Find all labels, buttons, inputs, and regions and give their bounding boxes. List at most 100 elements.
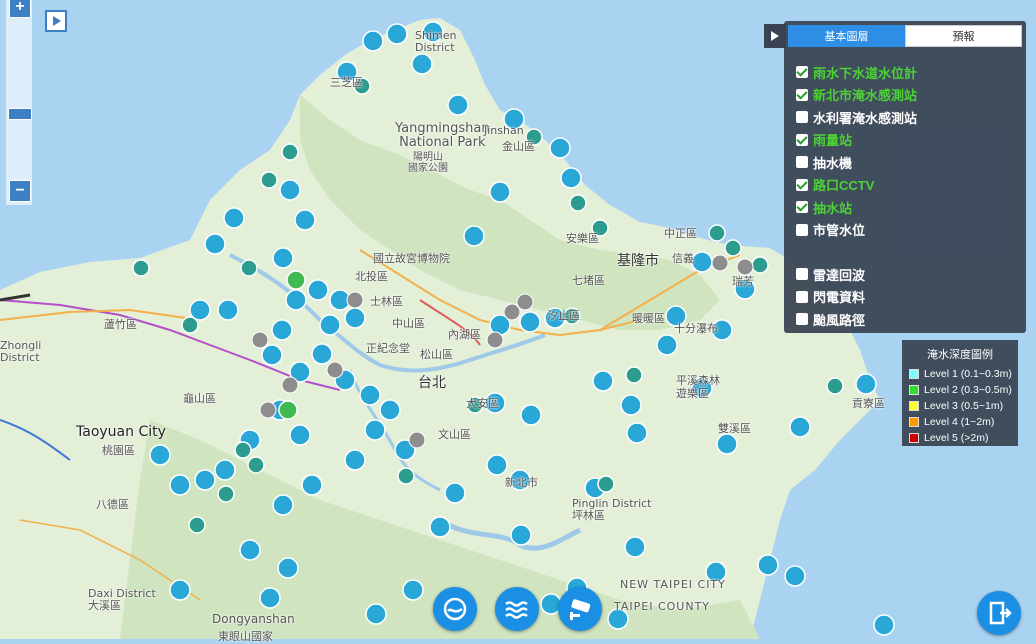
- checkbox[interactable]: [796, 290, 808, 303]
- map-label-luzhu: 蘆竹區: [104, 318, 137, 331]
- checkbox[interactable]: [796, 88, 808, 101]
- map-label-xinyi: 信義: [672, 252, 694, 265]
- zoom-slider-handle[interactable]: [8, 108, 32, 120]
- zoom-out-button[interactable]: −: [9, 180, 31, 202]
- map-label-songshan: 松山區: [420, 348, 453, 361]
- legend-label: Level 5 (>2m): [924, 432, 989, 444]
- map-label-neihu: 內湖區: [448, 328, 481, 341]
- cctv-icon: [570, 599, 591, 620]
- layer-item-rain-station[interactable]: 雨量站: [796, 129, 917, 152]
- exit-button[interactable]: [977, 591, 1021, 635]
- map-label-taoyuan: Taoyuan City: [76, 424, 166, 440]
- checkbox[interactable]: [796, 133, 808, 146]
- layer-item-lightning[interactable]: 閃電資料: [796, 286, 917, 309]
- map-label-jinshan: Jinshan: [484, 124, 524, 137]
- map-label-beitou: 北投區: [355, 270, 388, 283]
- map-label-dongyan-zh: 東眼山國家: [218, 630, 273, 643]
- checkbox[interactable]: [796, 223, 808, 236]
- tab-forecast[interactable]: 預報: [905, 25, 1022, 47]
- map-label-keelung: 基隆市: [617, 253, 659, 269]
- map-label-shifen: 十分瀑布: [674, 322, 718, 335]
- legend-row: Level 1 (0.1~0.3m): [902, 366, 1018, 382]
- flood-sensor-icon: [443, 597, 467, 621]
- layer-item-wra-flood-sensor[interactable]: 水利署淹水感測站: [796, 106, 917, 129]
- checkbox[interactable]: [796, 66, 808, 79]
- layer-label: 市管水位: [813, 223, 866, 239]
- layer-list: 雨水下水道水位計 新北市淹水感測站 水利署淹水感測站 雨量站 抽水機 路口CCT…: [796, 61, 917, 331]
- layer-item-sewer-level[interactable]: 雨水下水道水位計: [796, 61, 917, 84]
- legend-swatch: [909, 369, 919, 379]
- map-label-taipeicounty: TAIPEI COUNTY: [614, 600, 711, 613]
- map-label-newtaipei: NEW TAIPEI CITY: [620, 578, 726, 591]
- checkbox[interactable]: [796, 156, 808, 169]
- layer-item-cctv[interactable]: 路口CCTV: [796, 174, 917, 197]
- map-label-sanzhi: 三芝區: [330, 76, 363, 89]
- map-label-shuangxi: 雙溪區: [718, 422, 751, 435]
- layer-item-pump-station[interactable]: 抽水站: [796, 196, 917, 219]
- map-label-shenkeng: 大安區: [466, 397, 499, 410]
- zoom-in-button[interactable]: +: [9, 0, 31, 18]
- map-label-zhongzheng: 中正區: [664, 227, 697, 240]
- legend-label: Level 3 (0.5~1m): [924, 400, 1004, 412]
- checkbox[interactable]: [796, 268, 808, 281]
- legend-title: 淹水深度圖例: [927, 349, 993, 361]
- layer-item-typhoon[interactable]: 颱風路徑: [796, 308, 917, 331]
- legend-label: Level 1 (0.1~0.3m): [924, 368, 1012, 380]
- legend-row: Level 3 (0.5~1m): [902, 398, 1018, 414]
- water-level-button[interactable]: [495, 587, 539, 631]
- legend-swatch: [909, 401, 919, 411]
- cctv-button[interactable]: [558, 587, 602, 631]
- layer-label: 颱風路徑: [813, 312, 866, 328]
- tab-basic-layers[interactable]: 基本圖層: [788, 25, 905, 47]
- layer-item-pump-machine[interactable]: 抽水機: [796, 151, 917, 174]
- map-label-dongyanshan: Dongyanshan: [212, 612, 295, 626]
- layer-item-radar[interactable]: 雷達回波: [796, 263, 917, 286]
- layer-label: 雨量站: [813, 133, 853, 149]
- map-label-nuannuan: 暖暖區: [632, 312, 665, 325]
- legend-row: Level 2 (0.3~0.5m): [902, 382, 1018, 398]
- map-label-yangmingshan-zh: 陽明山 國家公園: [408, 152, 448, 174]
- panel-tabs: 基本圖層 預報: [788, 25, 1022, 49]
- map-label-xizhi: 汐止區: [547, 309, 580, 322]
- checkbox[interactable]: [796, 111, 808, 124]
- layer-label: 抽水站: [813, 200, 853, 216]
- map-label-shilin: 士林區: [370, 295, 403, 308]
- map-label-yangmingshan: Yangmingshan National Park: [395, 121, 490, 150]
- layer-item-ntpc-flood-sensor[interactable]: 新北市淹水感測站: [796, 84, 917, 107]
- map-label-pingxilin: 平溪森林 遊樂區: [676, 374, 720, 400]
- checkbox[interactable]: [796, 178, 808, 191]
- layer-label: 路口CCTV: [813, 178, 875, 194]
- map-label-zhongshan: 中山區: [392, 317, 425, 330]
- legend-swatch: [909, 433, 919, 443]
- legend-label: Level 4 (1~2m): [924, 416, 995, 428]
- map-label-daxi: Daxi District 大溪區: [88, 587, 156, 612]
- map-label-daan: 文山區: [438, 428, 471, 441]
- layer-label: 雨水下水道水位計: [813, 65, 918, 81]
- layer-item-city-water-level[interactable]: 市管水位: [796, 219, 917, 242]
- flood-depth-legend: 淹水深度圖例 Level 1 (0.1~0.3m) Level 2 (0.3~0…: [902, 340, 1018, 446]
- legend-label: Level 2 (0.3~0.5m): [924, 384, 1012, 396]
- checkbox[interactable]: [796, 313, 808, 326]
- map-label-ruifang: 瑞芳: [732, 275, 754, 288]
- map-label-taipei: 台北: [418, 375, 446, 391]
- water-level-icon: [505, 601, 528, 619]
- panel-collapse-icon[interactable]: [764, 24, 786, 48]
- legend-row: Level 5 (>2m): [902, 430, 1018, 446]
- flood-sensor-button[interactable]: [433, 587, 477, 631]
- legend-swatch: [909, 417, 919, 427]
- map-label-gongliao: 貢寮區: [852, 397, 885, 410]
- map-label-bade: 八德區: [96, 498, 129, 511]
- map-label-qidu: 七堵區: [572, 274, 605, 287]
- zoom-bar: [6, 0, 32, 205]
- map-label-jinshan-zh: 金山區: [502, 140, 535, 153]
- legend-swatch: [909, 385, 919, 395]
- exit-icon: [989, 601, 1012, 625]
- play-icon[interactable]: [45, 10, 67, 32]
- map-label-pinglin: Pinglin District 坪林區: [572, 497, 652, 522]
- layer-label: 閃電資料: [813, 290, 866, 306]
- checkbox[interactable]: [796, 201, 808, 214]
- layer-panel: 基本圖層 預報 雨水下水道水位計 新北市淹水感測站 水利署淹水感測站 雨量站 抽…: [784, 21, 1026, 333]
- map-label-guishan: 龜山區: [183, 392, 216, 405]
- map-label-zhongli: Zhongli District: [0, 339, 42, 364]
